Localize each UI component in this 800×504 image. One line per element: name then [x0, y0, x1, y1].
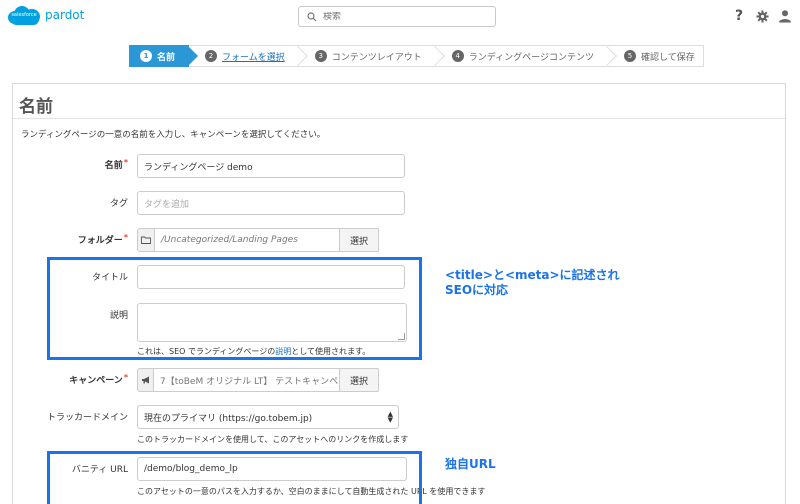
logo-cloud-text: salesforce [11, 12, 37, 18]
campaign-field: 7【toBeM オリジナル LT】 テストキャンペー [153, 368, 340, 392]
search-input[interactable] [323, 11, 483, 22]
folder-label: フォルダー* [77, 233, 128, 246]
campaign-label: キャンペーン* [69, 373, 128, 386]
seo-highlight-box [47, 257, 422, 360]
vanity-annotation: 独自URL [445, 457, 496, 471]
tag-label: タグ [109, 199, 128, 209]
help-icon[interactable]: ? [732, 8, 746, 24]
brand-name: pardot [45, 8, 85, 22]
seo-annotation: <title>と<meta>に記述され SEOに対応 [445, 268, 620, 298]
top-bar: salesforce pardot ? [0, 0, 800, 40]
search-box[interactable] [298, 6, 496, 27]
tracker-help-text: このトラッカードメインを使用して、このアセットへのリンクを作成します [137, 435, 409, 444]
required-marker: * [123, 233, 128, 242]
megaphone-icon [137, 368, 154, 392]
tracker-domain-label: トラッカードメイン [46, 413, 128, 423]
gear-icon[interactable] [755, 9, 769, 23]
folder-select-button[interactable]: 選択 [339, 228, 379, 252]
select-arrows-icon: ▲ ▼ [387, 410, 393, 424]
tracker-domain-value: 現在のプライマリ (https://go.tobem.jp) [144, 413, 313, 424]
step-number: 1 [140, 50, 152, 62]
campaign-select-button[interactable]: 選択 [339, 368, 379, 392]
step-number: 2 [205, 50, 218, 62]
search-icon [307, 11, 317, 21]
tag-input[interactable]: タグを追加 [137, 191, 405, 215]
required-marker: * [123, 158, 128, 167]
salesforce-cloud-logo: salesforce [6, 4, 42, 26]
step-confirm-save: 5 確認して保存 [607, 45, 704, 67]
user-icon[interactable] [778, 9, 792, 23]
step-number: 5 [623, 50, 636, 62]
step-content-layout: 3 コンテンツレイアウト [298, 45, 445, 67]
intro-text: ランディングページの一意の名前を入力し、キャンペーンを選択してください。 [21, 130, 326, 140]
step-label: コンテンツレイアウト [331, 52, 422, 63]
seo-annotation-line1: <title>と<meta>に記述され [445, 268, 620, 282]
folder-icon [137, 228, 155, 252]
folder-path-field: /Uncategorized/Landing Pages [154, 228, 340, 252]
tracker-domain-select[interactable]: 現在のプライマリ (https://go.tobem.jp) ▲ ▼ [137, 405, 399, 429]
name-label: 名前* [104, 158, 128, 171]
step-landing-page-content: 4 ランディングページコンテンツ [435, 45, 617, 67]
wizard-steps: 1 名前 2 フォームを選択 3 コンテンツレイアウト 4 ランディングページコ… [129, 45, 704, 67]
page-title: 名前 [19, 97, 53, 117]
required-marker: * [123, 373, 128, 382]
name-input[interactable]: ランディングページ demo [137, 154, 405, 178]
step-label: ランディングページコンテンツ [468, 52, 594, 63]
step-number: 4 [451, 50, 464, 62]
step-number: 3 [314, 50, 327, 62]
seo-annotation-line2: SEOに対応 [445, 283, 509, 297]
step-name[interactable]: 1 名前 [129, 45, 198, 67]
step-label: 名前 [157, 52, 176, 63]
step-select-form[interactable]: 2 フォームを選択 [189, 45, 308, 67]
divider [13, 118, 785, 119]
step-label: フォームを選択 [222, 52, 285, 63]
vanity-highlight-box [47, 451, 422, 504]
logo[interactable]: salesforce pardot [6, 4, 84, 26]
step-label: 確認して保存 [640, 52, 695, 63]
